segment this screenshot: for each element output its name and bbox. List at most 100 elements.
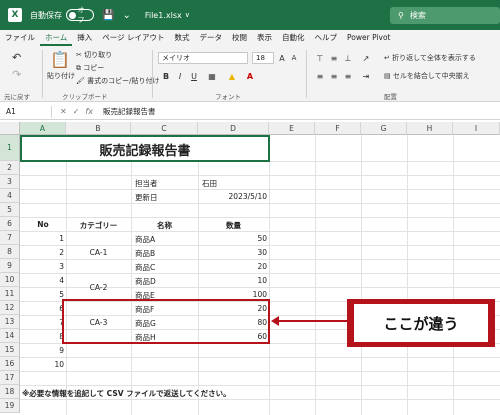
- row-header-2[interactable]: 2: [0, 161, 20, 175]
- updated-value[interactable]: 2023/5/10: [202, 192, 267, 201]
- font-name-select[interactable]: メイリオ: [158, 52, 248, 64]
- tab-file[interactable]: ファイル: [0, 30, 40, 46]
- column-header-g[interactable]: G: [361, 122, 407, 135]
- row-header-14[interactable]: 14: [0, 329, 20, 343]
- column-header-a[interactable]: A: [20, 122, 66, 135]
- column-header-e[interactable]: E: [269, 122, 315, 135]
- row-header-9[interactable]: 9: [0, 259, 20, 273]
- align-top-icon[interactable]: ⊤: [314, 52, 326, 64]
- row-header-13[interactable]: 13: [0, 315, 20, 329]
- row-header-5[interactable]: 5: [0, 203, 20, 217]
- decrease-font-icon[interactable]: A: [288, 52, 300, 64]
- autosave-toggle[interactable]: オフ: [66, 6, 94, 24]
- header-name[interactable]: 名称: [131, 220, 198, 231]
- font-size-select[interactable]: 18: [252, 52, 274, 64]
- qty-cell[interactable]: 100: [198, 290, 267, 299]
- row-header-16[interactable]: 16: [0, 357, 20, 371]
- align-left-icon[interactable]: ≡: [314, 70, 326, 82]
- row-header-4[interactable]: 4: [0, 189, 20, 203]
- align-middle-icon[interactable]: ≡: [328, 52, 340, 64]
- row-header-6[interactable]: 6: [0, 217, 20, 231]
- row-header-8[interactable]: 8: [0, 245, 20, 259]
- tab-page-layout[interactable]: ページ レイアウト: [97, 30, 169, 46]
- no-cell[interactable]: 5: [20, 290, 64, 299]
- no-cell[interactable]: 4: [20, 276, 64, 285]
- file-name[interactable]: File1.xlsx: [145, 11, 182, 20]
- indent-icon[interactable]: ⇥: [360, 70, 372, 82]
- tab-power-pivot[interactable]: Power Pivot: [342, 30, 395, 46]
- tab-insert[interactable]: 挿入: [72, 30, 97, 46]
- filename-dropdown-icon[interactable]: ∨: [185, 11, 190, 19]
- no-cell[interactable]: 7: [20, 318, 64, 327]
- name-cell[interactable]: 商品B: [135, 248, 155, 259]
- underline-button[interactable]: U: [188, 70, 200, 82]
- align-center-icon[interactable]: ≡: [328, 70, 340, 82]
- font-color-icon[interactable]: A: [244, 70, 256, 82]
- tab-data[interactable]: データ: [195, 30, 228, 46]
- italic-button[interactable]: I: [174, 70, 186, 82]
- updated-label[interactable]: 更新日: [135, 192, 158, 203]
- tab-help[interactable]: ヘルプ: [310, 30, 343, 46]
- no-cell[interactable]: 2: [20, 248, 64, 257]
- column-header-b[interactable]: B: [66, 122, 131, 135]
- qty-cell[interactable]: 20: [198, 262, 267, 271]
- tab-automate[interactable]: 自動化: [277, 30, 310, 46]
- row-header-17[interactable]: 17: [0, 371, 20, 385]
- column-header-i[interactable]: I: [453, 122, 500, 135]
- merge-center-button[interactable]: ▤ セルを結合して中央揃え: [384, 71, 470, 81]
- redo-icon[interactable]: ↷: [12, 68, 21, 81]
- header-category[interactable]: カテゴリー: [66, 220, 131, 231]
- save-icon[interactable]: 💾: [102, 10, 114, 21]
- note-text[interactable]: ※必要な情報を追記して CSV ファイルで返送してください。: [22, 388, 231, 399]
- bold-button[interactable]: B: [160, 70, 172, 82]
- paste-icon[interactable]: 📋: [50, 50, 70, 69]
- cut-button[interactable]: ✂ 切り取り: [76, 50, 112, 60]
- qty-cell[interactable]: 50: [198, 234, 267, 243]
- search-box[interactable]: ⚲ 検索: [390, 7, 500, 24]
- column-header-c[interactable]: C: [131, 122, 198, 135]
- row-header-10[interactable]: 10: [0, 273, 20, 287]
- tab-view[interactable]: 表示: [252, 30, 277, 46]
- customize-icon[interactable]: ⌄: [122, 10, 130, 21]
- name-cell[interactable]: 商品D: [135, 276, 156, 287]
- category-cell[interactable]: CA-2: [66, 283, 131, 292]
- no-cell[interactable]: 9: [20, 346, 64, 355]
- increase-font-icon[interactable]: A: [276, 52, 288, 64]
- row-header-19[interactable]: 19: [0, 399, 20, 413]
- copy-button[interactable]: ⧉ コピー: [76, 63, 104, 73]
- person-value[interactable]: 石田: [202, 178, 217, 189]
- format-painter-button[interactable]: 🖌 書式のコピー/貼り付け: [76, 76, 159, 86]
- no-cell[interactable]: 3: [20, 262, 64, 271]
- row-header-12[interactable]: 12: [0, 301, 20, 315]
- formula-input[interactable]: 販売記録報告書: [103, 106, 156, 117]
- enter-icon[interactable]: ✓: [73, 107, 80, 116]
- tab-home[interactable]: ホーム: [40, 30, 73, 46]
- select-all-corner[interactable]: [0, 122, 20, 135]
- paste-label[interactable]: 貼り付け: [47, 71, 75, 81]
- row-header-15[interactable]: 15: [0, 343, 20, 357]
- borders-icon[interactable]: ▦: [206, 70, 218, 82]
- no-cell[interactable]: 10: [20, 360, 64, 369]
- tab-review[interactable]: 校閲: [227, 30, 252, 46]
- undo-icon[interactable]: ↶: [12, 51, 21, 64]
- tab-formulas[interactable]: 数式: [170, 30, 195, 46]
- row-header-7[interactable]: 7: [0, 231, 20, 245]
- column-header-d[interactable]: D: [198, 122, 269, 135]
- row-header-18[interactable]: 18: [0, 385, 20, 399]
- no-cell[interactable]: 8: [20, 332, 64, 341]
- wrap-text-button[interactable]: ↵ 折り返して全体を表示する: [384, 53, 476, 63]
- row-header-1[interactable]: 1: [0, 135, 20, 161]
- row-header-3[interactable]: 3: [0, 175, 20, 189]
- function-icon[interactable]: fx: [85, 107, 93, 116]
- row-header-11[interactable]: 11: [0, 287, 20, 301]
- column-header-f[interactable]: F: [315, 122, 361, 135]
- category-cell[interactable]: CA-1: [66, 248, 131, 257]
- qty-cell[interactable]: 30: [198, 248, 267, 257]
- name-cell[interactable]: 商品C: [135, 262, 155, 273]
- person-label[interactable]: 担当者: [135, 178, 158, 189]
- header-no[interactable]: No: [20, 220, 66, 229]
- align-bottom-icon[interactable]: ⊥: [342, 52, 354, 64]
- cancel-icon[interactable]: ✕: [60, 107, 67, 116]
- column-header-h[interactable]: H: [407, 122, 453, 135]
- fill-color-icon[interactable]: ▲: [226, 70, 238, 82]
